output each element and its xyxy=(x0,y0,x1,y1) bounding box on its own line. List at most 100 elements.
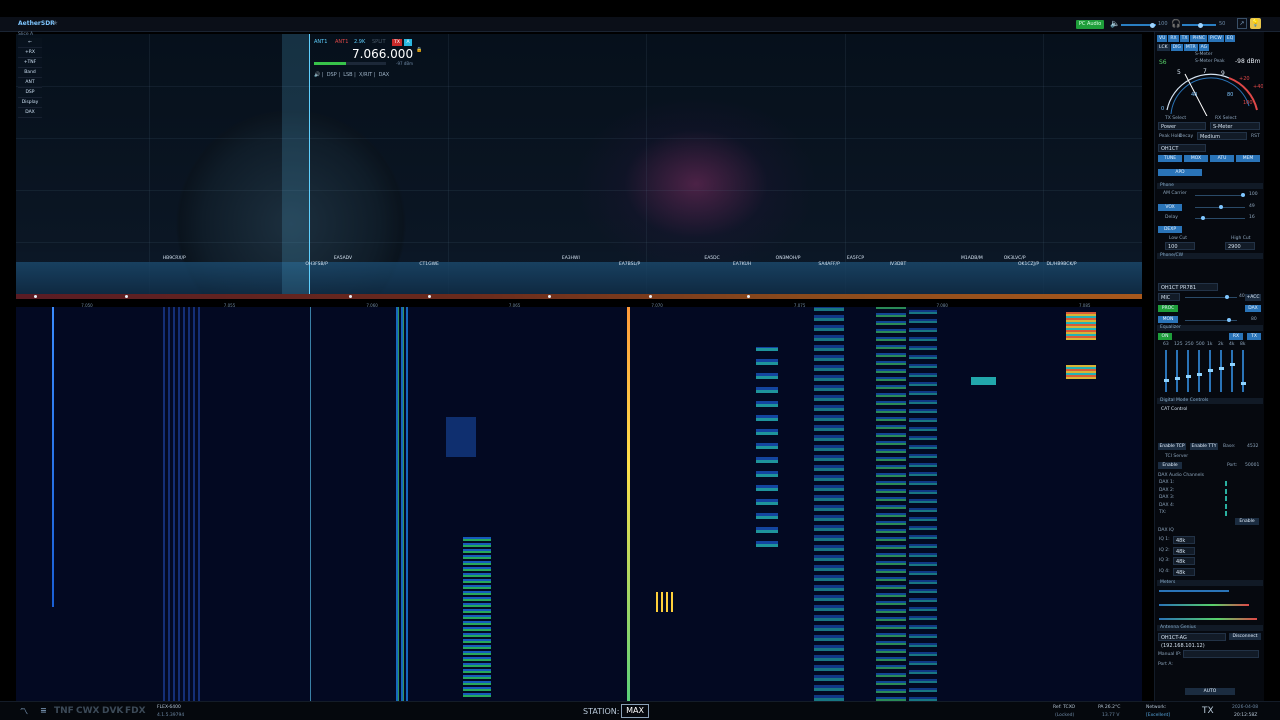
rx-meter-select[interactable]: S-Meter xyxy=(1210,122,1260,130)
spot-label[interactable]: CT1GWE xyxy=(419,262,439,267)
eq-band-knob[interactable] xyxy=(1229,362,1235,366)
auto-button[interactable]: AUTO xyxy=(1185,688,1235,695)
tci-enable-button[interactable]: Enable xyxy=(1158,462,1182,469)
tx-antenna[interactable]: ANT1 xyxy=(335,39,348,45)
panadapter[interactable]: HB9CRX/P OH3FSB/P EA5ADV CT1GWE EA3HWI EA7BSL… xyxy=(16,34,1142,296)
eq-band-track[interactable] xyxy=(1198,350,1200,392)
tab-mode[interactable]: LSB xyxy=(343,72,352,78)
eq-on-button[interactable]: ON xyxy=(1158,333,1172,340)
headphones-icon[interactable]: 🎧 xyxy=(1171,19,1181,28)
dax-toggle[interactable]: DAX xyxy=(1245,305,1261,312)
eq-band-track[interactable] xyxy=(1242,350,1244,392)
waterfall[interactable] xyxy=(16,307,1142,701)
dsp-button[interactable]: DSP xyxy=(18,88,42,98)
spot-label[interactable]: SA4AFF/P xyxy=(818,262,839,267)
band-button[interactable]: Band xyxy=(18,68,42,78)
delay-slider[interactable] xyxy=(1195,216,1245,220)
spot-label[interactable]: EA3HWI xyxy=(562,256,580,261)
collapse-button[interactable]: ← xyxy=(18,38,42,48)
eq-band-knob[interactable] xyxy=(1218,366,1224,370)
high-cut-value[interactable]: 2900 xyxy=(1225,242,1255,250)
tab-ag[interactable]: AG xyxy=(1198,44,1210,51)
mic-profile-select[interactable]: OH1CT PR781 xyxy=(1158,283,1218,291)
tab-dax[interactable]: DAX xyxy=(379,72,390,78)
tab-dig[interactable]: DIG xyxy=(1170,44,1183,51)
star-icon[interactable]: ★ xyxy=(52,19,58,27)
am-carrier-slider[interactable] xyxy=(1195,193,1245,197)
spot-label[interactable]: M1ADB/M xyxy=(961,256,983,261)
rst-button[interactable]: RST xyxy=(1251,134,1260,139)
vox-slider[interactable] xyxy=(1195,205,1245,209)
cwx-button[interactable]: CWX xyxy=(76,706,99,716)
eq-rx-button[interactable]: RX xyxy=(1229,333,1243,340)
acc-button[interactable]: +ACC xyxy=(1245,294,1261,301)
enable-tty-button[interactable]: Enable TTY xyxy=(1190,443,1218,450)
eq-band-knob[interactable] xyxy=(1196,373,1202,377)
eq-band-track[interactable] xyxy=(1165,350,1167,392)
ag-device-select[interactable]: OH1CT-AG (192.168.101.12) xyxy=(1158,633,1226,649)
eq-tx-button[interactable]: TX xyxy=(1247,333,1261,340)
tx-badge[interactable]: TX xyxy=(392,39,402,46)
volume-icon[interactable]: 🔊 xyxy=(314,72,320,78)
tab-xrit[interactable]: X/RIT xyxy=(359,72,372,78)
station-name[interactable]: MAX xyxy=(621,704,649,718)
iq-rate-select[interactable]: 48k xyxy=(1173,557,1195,565)
spot-label[interactable]: OK1CZJ/P xyxy=(1018,262,1039,267)
spot-label[interactable]: HB9CRX/P xyxy=(163,256,186,261)
rx-antenna[interactable]: ANT1 xyxy=(314,39,327,45)
tab-tx[interactable]: TX xyxy=(1179,35,1190,42)
menu-icon[interactable]: ≡ xyxy=(40,706,47,715)
equalizer-sliders[interactable]: 63 125 250 500 1k 2k 4k 8k xyxy=(1161,342,1261,397)
eq-band-track[interactable] xyxy=(1231,350,1233,392)
mic-slider[interactable] xyxy=(1185,295,1237,299)
apd-button[interactable]: APD xyxy=(1158,169,1202,176)
atu-button[interactable]: ATU xyxy=(1210,155,1234,162)
spot-label[interactable]: EA7BSL/P xyxy=(619,262,640,267)
dax-button[interactable]: DAX xyxy=(18,108,42,118)
iq-rate-select[interactable]: 48k xyxy=(1173,546,1195,555)
spot-label[interactable]: ON3MOH/P xyxy=(776,256,801,261)
tune-button[interactable]: TUNE xyxy=(1158,155,1182,162)
eq-band-knob[interactable] xyxy=(1163,379,1169,383)
eq-band-knob[interactable] xyxy=(1207,368,1213,372)
spot-label[interactable]: DL/HB9BCK/P xyxy=(1046,262,1076,267)
ag-disconnect-button[interactable]: Disconnect xyxy=(1229,633,1261,640)
vox-button[interactable]: VOX xyxy=(1158,204,1182,211)
low-cut-value[interactable]: 100 xyxy=(1165,242,1195,250)
dvk-button[interactable]: DVK xyxy=(102,706,123,716)
ant-button[interactable]: ANT xyxy=(18,78,42,88)
mem-button[interactable]: MEM xyxy=(1236,155,1260,162)
iq-rate-select[interactable]: 48k xyxy=(1173,567,1195,576)
tab-eq[interactable]: EQ xyxy=(1224,35,1236,42)
slice-letter[interactable]: A xyxy=(404,39,412,46)
profile-select[interactable]: OH1CT xyxy=(1158,144,1206,152)
spot-label[interactable]: EA5DC xyxy=(704,256,719,261)
tab-phnc[interactable]: PHNC xyxy=(1190,35,1208,42)
eq-band-knob[interactable] xyxy=(1185,375,1191,379)
spot-label[interactable]: EA7KUH xyxy=(733,262,751,267)
speaker-icon[interactable]: 🔈 xyxy=(1110,19,1120,28)
lock-icon[interactable]: 🔒 xyxy=(416,47,422,53)
volume-slider-knob[interactable] xyxy=(1150,22,1155,28)
tab-dsp[interactable]: DSP xyxy=(327,72,337,78)
tab-rx[interactable]: RX xyxy=(1168,35,1179,42)
mox-button[interactable]: MOX xyxy=(1184,155,1208,162)
expand-icon[interactable]: ↗ xyxy=(1237,18,1247,29)
headphone-slider-knob[interactable] xyxy=(1198,22,1203,28)
decay-select[interactable]: Medium xyxy=(1197,132,1247,140)
dexp-button[interactable]: DEXP xyxy=(1158,226,1182,233)
spot-label[interactable]: OK3LVC/P xyxy=(1004,256,1026,261)
enable-tcp-button[interactable]: Enable TCP xyxy=(1158,443,1186,450)
add-tnf-button[interactable]: +TNF xyxy=(18,58,42,68)
spot-label[interactable]: EA5ADV xyxy=(334,256,352,261)
eq-band-knob[interactable] xyxy=(1240,381,1246,385)
fdx-button[interactable]: FDX xyxy=(125,706,146,716)
eq-band-track[interactable] xyxy=(1220,350,1222,392)
mon-slider[interactable] xyxy=(1185,318,1237,322)
pulse-icon[interactable]: 〽 xyxy=(20,706,28,717)
dax-enable-button[interactable]: Enable xyxy=(1235,518,1259,525)
spot-label[interactable]: OH3FSB/P xyxy=(305,262,327,267)
tx-meter-select[interactable]: Power xyxy=(1158,122,1206,130)
display-button[interactable]: Display xyxy=(18,98,42,108)
proc-button[interactable]: PROC xyxy=(1158,305,1178,312)
